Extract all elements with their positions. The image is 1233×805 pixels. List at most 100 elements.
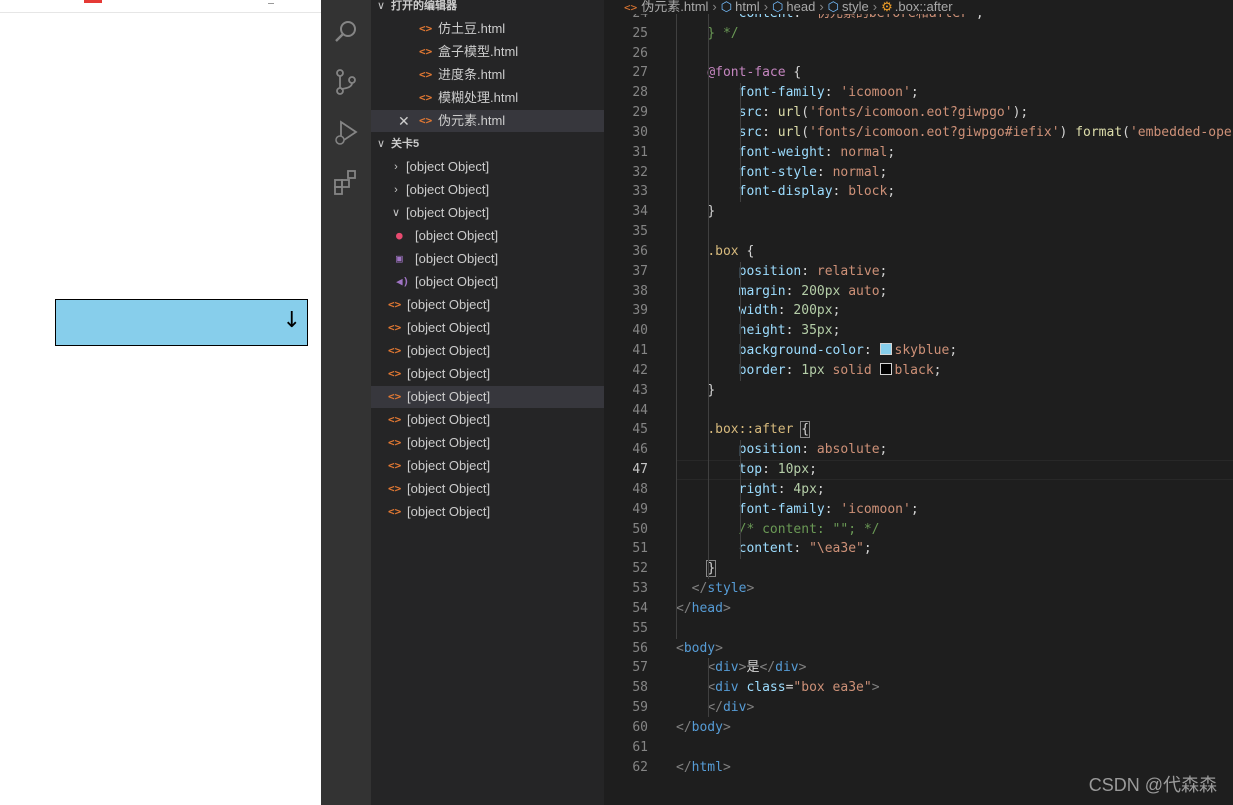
extensions-icon[interactable]: [332, 168, 360, 196]
file-item[interactable]: <> [object Object]: [371, 363, 604, 385]
source-control-icon[interactable]: [332, 68, 360, 96]
chevron-down-icon: ∨: [391, 207, 401, 219]
tree-item-label: [object Object]: [407, 343, 491, 358]
file-item[interactable]: ● [object Object]: [371, 225, 604, 247]
code-line[interactable]: .box::after {: [676, 420, 811, 440]
tree-item-label: [object Object]: [406, 159, 490, 174]
line-number: 47: [632, 462, 648, 477]
code-line[interactable]: right: 4px;: [676, 480, 825, 500]
chevron-down-icon: ∨: [376, 0, 386, 12]
breadcrumb-item[interactable]: .box::after: [895, 0, 953, 14]
folder-item[interactable]: › [object Object]: [371, 156, 604, 178]
close-icon[interactable]: ✕: [398, 110, 410, 132]
code-line[interactable]: top: 10px;: [676, 460, 817, 480]
folder-header[interactable]: ∨ 关卡5: [371, 133, 604, 155]
tree-item-label: [object Object]: [407, 412, 491, 427]
indent-guide: [740, 83, 741, 202]
code-line[interactable]: background-color: skyblue;: [676, 341, 957, 361]
code-line[interactable]: src: url('fonts/icomoon.eot?giwpgo#iefix…: [676, 123, 1233, 143]
open-editor-item[interactable]: <> 盒子模型.html: [371, 41, 604, 63]
code-line[interactable]: @font-face {: [676, 63, 801, 83]
code-line[interactable]: height: 35px;: [676, 321, 841, 341]
code-line[interactable]: font-family: 'icomoon';: [676, 500, 919, 520]
line-number: 55: [632, 621, 648, 636]
indent-guide: [740, 262, 741, 381]
file-item[interactable]: <> [object Object]: [371, 386, 604, 408]
tab-edge: [268, 0, 274, 4]
video-file-icon: ●: [396, 229, 403, 242]
code-line[interactable]: width: 200px;: [676, 301, 841, 321]
code-line[interactable]: <body>: [676, 639, 723, 659]
line-number: 59: [632, 700, 648, 715]
browser-toolbar-remnant: [0, 0, 321, 13]
file-item[interactable]: <> [object Object]: [371, 455, 604, 477]
line-number: 37: [632, 264, 648, 279]
indent-guide: [676, 4, 677, 639]
tree-item-label: [object Object]: [407, 504, 491, 519]
breadcrumb-item[interactable]: head: [786, 0, 815, 14]
line-number: 34: [632, 204, 648, 219]
html-file-icon: <>: [388, 321, 402, 334]
file-item[interactable]: ◀) [object Object]: [371, 271, 604, 293]
line-number: 33: [632, 184, 648, 199]
file-item[interactable]: <> [object Object]: [371, 432, 604, 454]
open-editor-item[interactable]: ✕ <> 伪元素.html: [371, 110, 604, 132]
code-line[interactable]: content: "\ea3e";: [676, 539, 872, 559]
line-number: 29: [632, 105, 648, 120]
file-item[interactable]: <> [object Object]: [371, 409, 604, 431]
image-file-icon: ▣: [396, 252, 403, 265]
code-line[interactable]: border: 1px solid black;: [676, 361, 942, 381]
open-editors-header[interactable]: ∨ 打开的编辑器: [371, 0, 604, 17]
code-line[interactable]: </body>: [676, 718, 731, 738]
html-file-icon: <>: [388, 298, 402, 311]
tab-favicon: [84, 0, 102, 3]
line-number: 51: [632, 541, 648, 556]
open-editor-item[interactable]: <> 模糊处理.html: [371, 87, 604, 109]
code-line[interactable]: </div>: [676, 698, 754, 718]
file-item[interactable]: ▣ [object Object]: [371, 248, 604, 270]
code-line[interactable]: }: [676, 381, 715, 401]
file-item[interactable]: <> [object Object]: [371, 478, 604, 500]
file-item[interactable]: <> [object Object]: [371, 340, 604, 362]
breadcrumb-item[interactable]: 伪元素.html: [641, 0, 708, 14]
tree-item-label: [object Object]: [407, 458, 491, 473]
code-line[interactable]: .box {: [676, 242, 754, 262]
tree-item-label: 模糊处理.html: [438, 90, 519, 105]
file-item[interactable]: <> [object Object]: [371, 317, 604, 339]
code-line[interactable]: }: [676, 559, 717, 579]
code-editor[interactable]: 24 content: '伪元素的before和after';25 } */26…: [604, 0, 1233, 805]
line-number: 38: [632, 284, 648, 299]
run-debug-icon[interactable]: [332, 118, 360, 146]
tree-item-label: [object Object]: [415, 274, 499, 289]
open-editor-item[interactable]: <> 进度条.html: [371, 64, 604, 86]
tree-item-label: 盒子模型.html: [438, 44, 519, 59]
line-number: 60: [632, 720, 648, 735]
code-line[interactable]: <div class="box ea3e">: [676, 678, 879, 698]
html-file-icon: <>: [419, 22, 433, 35]
skyblue-box: ↓: [55, 299, 308, 346]
code-line[interactable]: src: url('fonts/icomoon.eot?giwpgo');: [676, 103, 1029, 123]
code-line[interactable]: <div>是</div>: [676, 658, 806, 678]
breadcrumb-item[interactable]: style: [842, 0, 869, 14]
html-file-icon: <>: [419, 114, 433, 127]
code-line[interactable]: </style>: [676, 579, 755, 599]
folder-item[interactable]: › [object Object]: [371, 179, 604, 201]
html-file-icon: <>: [419, 91, 433, 104]
html-file-icon: <>: [388, 505, 402, 518]
code-line[interactable]: font-family: 'icomoon';: [676, 83, 919, 103]
code-line[interactable]: </html>: [676, 758, 731, 778]
search-icon[interactable]: [332, 18, 360, 46]
code-line[interactable]: /* content: ""; */: [676, 520, 880, 540]
file-item[interactable]: <> [object Object]: [371, 294, 604, 316]
breadcrumb-item[interactable]: html: [735, 0, 760, 14]
tree-item-label: 打开的编辑器: [391, 0, 457, 12]
code-line[interactable]: }: [676, 202, 715, 222]
html-file-icon: <>: [419, 45, 433, 58]
folder-item[interactable]: ∨ [object Object]: [371, 202, 604, 224]
open-editor-item[interactable]: <> 仿土豆.html: [371, 18, 604, 40]
element-icon: ⬡: [827, 0, 840, 14]
tree-item-label: [object Object]: [415, 251, 499, 266]
tree-item-label: [object Object]: [406, 205, 490, 220]
code-line[interactable]: </head>: [676, 599, 731, 619]
file-item[interactable]: <> [object Object]: [371, 501, 604, 523]
